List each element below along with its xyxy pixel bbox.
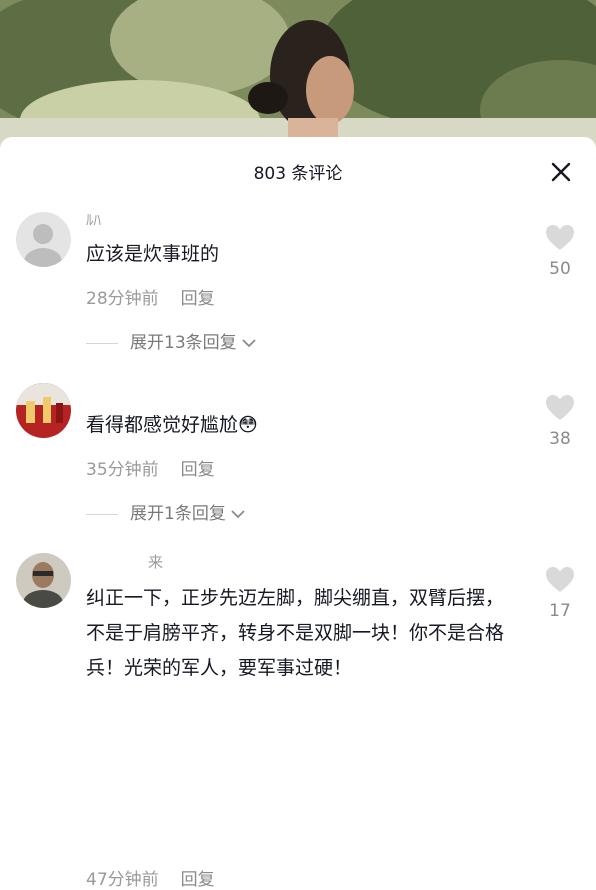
video-background[interactable]	[0, 0, 596, 150]
chevron-down-icon	[231, 510, 245, 519]
close-icon[interactable]	[550, 161, 572, 183]
heart-icon	[546, 567, 574, 592]
like-count: 38	[549, 429, 571, 449]
comment-text: 看得都感觉好尴尬😳	[86, 414, 258, 436]
like-button[interactable]: 17	[542, 566, 578, 621]
expand-replies-label: 展开1条回复	[130, 504, 226, 524]
like-count: 17	[549, 601, 571, 621]
comments-sheet: 803 条评论 ﾙﾊ 应该是炊事班的 28分钟前 回复 展开13条回复 50 看…	[0, 137, 596, 890]
avatar-image	[16, 553, 71, 608]
heart-icon	[546, 225, 574, 250]
reply-button[interactable]: 回复	[181, 460, 215, 480]
comment-time: 28分钟前	[86, 289, 159, 309]
avatar[interactable]	[16, 553, 71, 608]
avatar-image	[16, 212, 71, 267]
reply-button[interactable]: 回复	[181, 289, 215, 309]
heart-icon	[546, 395, 574, 420]
comment-count-title: 803 条评论	[253, 164, 343, 184]
comment-meta: 35分钟前 回复	[86, 455, 215, 480]
chevron-down-icon	[242, 339, 256, 348]
like-button[interactable]: 38	[542, 394, 578, 449]
avatar[interactable]	[16, 212, 71, 267]
like-button[interactable]: 50	[542, 224, 578, 279]
comment-time: 47分钟前	[86, 870, 159, 890]
comment-text: 纠正一下，正步先迈左脚，脚尖绷直，双臂后摆，不是于肩膀平齐，转身不是双脚一块！你…	[86, 587, 505, 679]
avatar[interactable]	[16, 383, 71, 438]
comment-text: 应该是炊事班的	[86, 243, 220, 265]
like-count: 50	[549, 259, 571, 279]
divider	[86, 342, 118, 344]
comment-time: 35分钟前	[86, 460, 159, 480]
comment-meta: 47分钟前 回复	[86, 865, 215, 890]
username[interactable]: ﾙﾊ	[86, 209, 101, 230]
reply-button[interactable]: 回复	[181, 870, 215, 890]
comment-meta: 28分钟前 回复	[86, 284, 215, 309]
expand-replies-label: 展开13条回复	[130, 333, 237, 353]
expand-replies-button[interactable]: 展开13条回复	[86, 328, 257, 353]
avatar-image	[16, 383, 71, 438]
video-frame-image	[0, 0, 596, 150]
username[interactable]: 来	[148, 551, 163, 572]
expand-replies-button[interactable]: 展开1条回复	[86, 499, 246, 524]
divider	[86, 513, 118, 515]
